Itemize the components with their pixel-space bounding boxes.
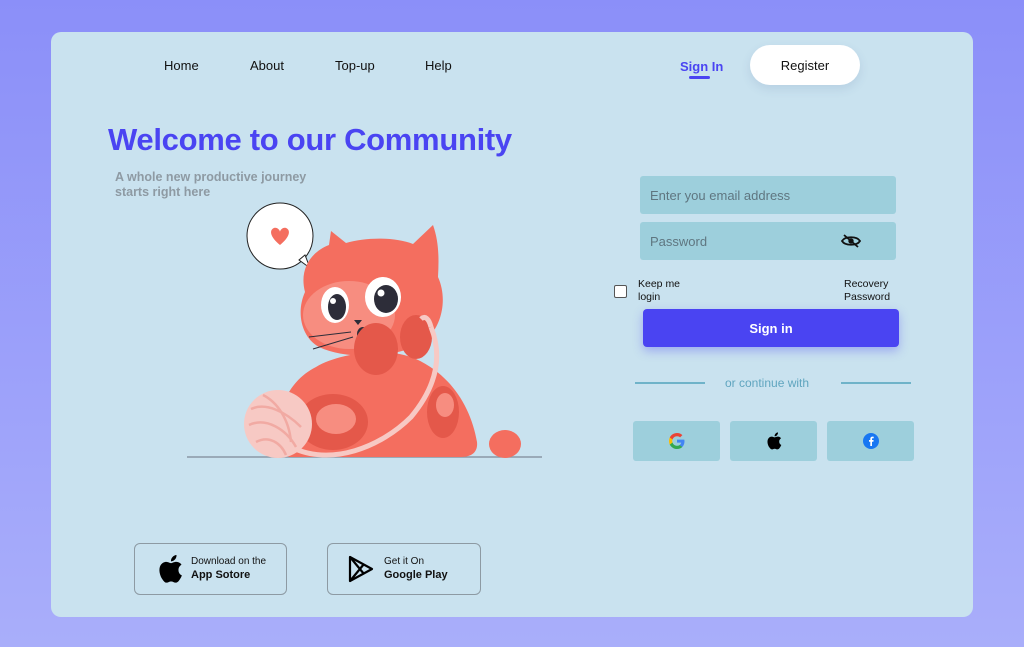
facebook-icon (862, 433, 879, 449)
divider-left (635, 382, 705, 384)
google-play-line1: Get it On (384, 556, 425, 567)
facebook-login-button[interactable] (827, 421, 914, 461)
signin-active-indicator (689, 76, 710, 79)
nav-signin-link[interactable]: Sign In (680, 59, 723, 74)
apple-icon (159, 555, 182, 583)
nav-about-link[interactable]: About (250, 58, 284, 73)
google-icon (668, 433, 684, 449)
page-subtitle: A whole new productive journey starts ri… (115, 170, 307, 199)
app-store-line2: App Sotore (191, 569, 251, 581)
app-store-text: Download on the App Sotore (191, 555, 266, 583)
app-store-line1: Download on the (191, 556, 267, 567)
google-login-button[interactable] (633, 421, 720, 461)
apple-login-button[interactable] (730, 421, 817, 461)
divider-right (841, 382, 911, 384)
keep-login-checkbox[interactable] (614, 285, 627, 298)
google-play-line2: Google Play (384, 569, 448, 581)
app-store-button[interactable]: Download on the App Sotore (134, 543, 287, 595)
continue-with-label: or continue with (725, 376, 810, 390)
keep-login-label: Keep me login (638, 278, 681, 303)
register-button[interactable]: Register (750, 45, 860, 85)
speech-bubble-icon (246, 202, 314, 270)
email-input[interactable] (640, 176, 896, 214)
nav-topup-link[interactable]: Top-up (335, 58, 375, 73)
google-play-text: Get it On Google Play (384, 555, 448, 583)
eye-off-icon[interactable] (841, 234, 861, 248)
cat-with-yarn-illustration (187, 202, 542, 458)
main-card: Home About Top-up Help Sign In Register … (51, 32, 973, 617)
recovery-password-link[interactable]: Recovery Password (844, 278, 904, 304)
google-play-button[interactable]: Get it On Google Play (327, 543, 481, 595)
yarn-ball-icon (244, 390, 312, 458)
apple-icon (766, 432, 781, 450)
nav-home-link[interactable]: Home (164, 58, 199, 73)
page-title: Welcome to our Community (108, 122, 512, 157)
google-play-icon (348, 555, 374, 583)
nav-help-link[interactable]: Help (425, 58, 452, 73)
sign-in-button[interactable]: Sign in (643, 309, 899, 347)
